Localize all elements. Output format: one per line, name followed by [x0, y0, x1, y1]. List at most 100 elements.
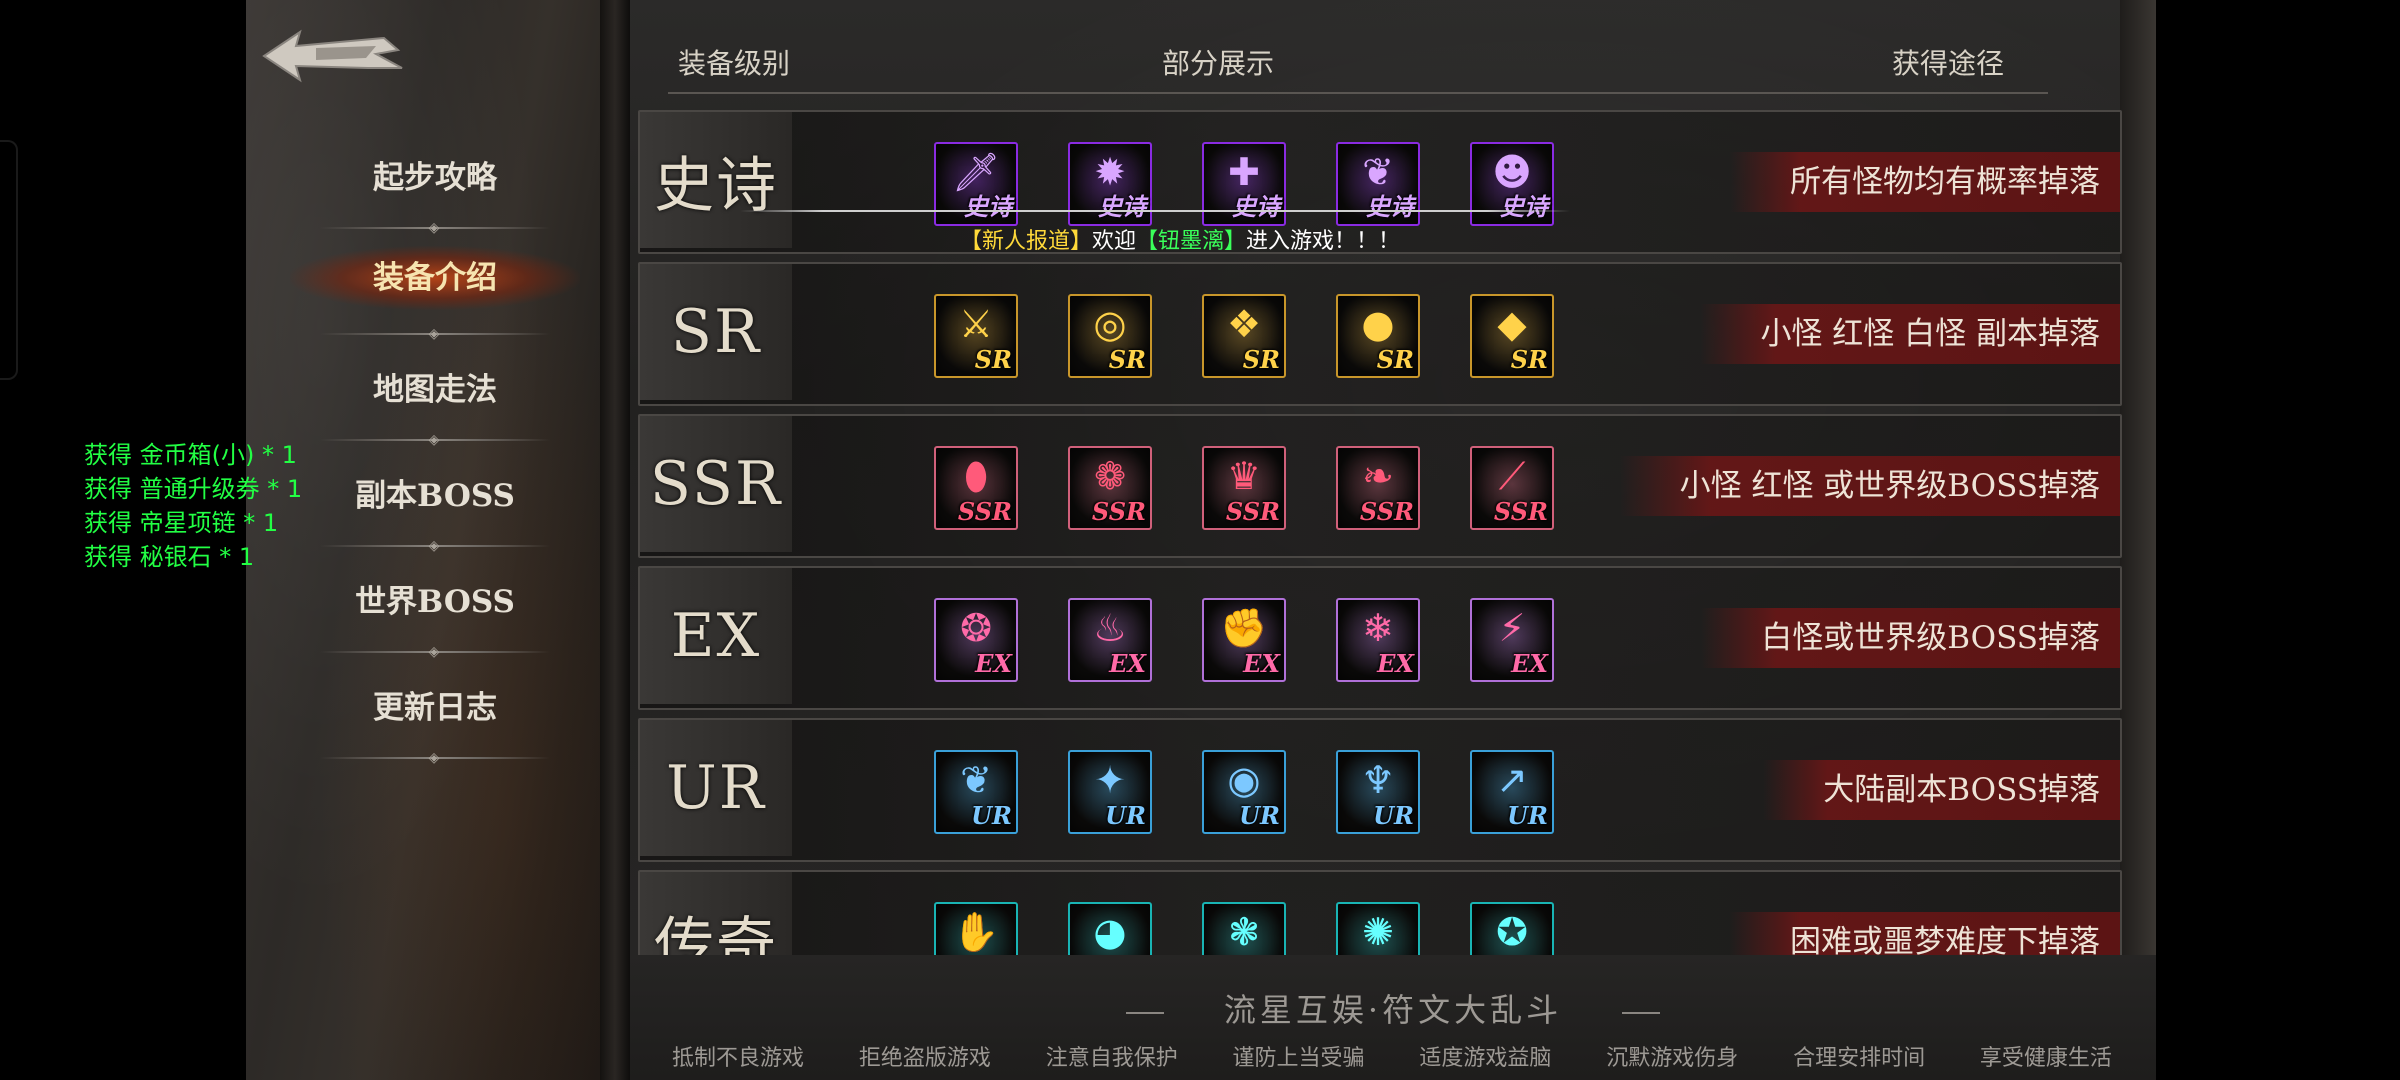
rarity-tag: 史诗 [1232, 192, 1280, 221]
rarity-tag: EX [1377, 649, 1414, 678]
health-notice-item: 谨防上当受骗 [1232, 1046, 1365, 1071]
rarity-tag: SSR [957, 497, 1012, 526]
item-glyph: ⬮ [964, 454, 988, 498]
item-glyph: ✺ [1362, 910, 1394, 954]
flame-staff-icon[interactable]: ⟋ SSR [1470, 446, 1554, 530]
gauntlet-icon[interactable]: ✊ EX [1202, 598, 1286, 682]
rarity-tag: UR [971, 801, 1012, 830]
rarity-tag: SSR [1359, 497, 1414, 526]
back-arrow-icon[interactable] [256, 24, 406, 88]
notice-prefix: 【新人报道】 [960, 229, 1093, 254]
item-glyph: ⚔ [958, 302, 994, 346]
ring-icon[interactable]: ◎ SR [1068, 294, 1152, 378]
health-notice-item: 注意自我保护 [1045, 1046, 1178, 1071]
nav-item-dungeon-boss[interactable]: 副本BOSS [290, 464, 580, 528]
footer-title-text: 流星互娱·符文大乱斗 [1223, 991, 1563, 1029]
equipment-row: UR ❦ UR ✦ UR ◉ UR ♆ UR ↗ UR 大陆副本BOSS掉落 [638, 718, 2122, 862]
rarity-tag: EX [1243, 649, 1280, 678]
screen-notch [0, 140, 18, 380]
header-level: 装备级别 [678, 47, 791, 80]
pendant-icon[interactable]: ❂ EX [934, 598, 1018, 682]
spear-icon[interactable]: ↗ UR [1470, 750, 1554, 834]
rarity-tag: 史诗 [1500, 192, 1548, 221]
gem-necklace-icon[interactable]: ⬮ SSR [934, 446, 1018, 530]
rarity-tag: 史诗 [964, 192, 1012, 221]
nav-separator: ◈ [320, 218, 550, 238]
nav-item-update-log[interactable]: 更新日志 [290, 676, 580, 740]
grade-label: 史诗 [640, 112, 792, 248]
nav-item-map-routes[interactable]: 地图走法 [290, 358, 580, 422]
item-glyph: ✊ [1220, 606, 1268, 650]
rarity-tag: SR [1376, 345, 1414, 374]
nav-item-equipment[interactable]: 装备介绍 [290, 246, 580, 310]
item-glyph: ↗ [1496, 758, 1528, 802]
demon-mask-icon[interactable]: ☻ 史诗 [1470, 142, 1554, 226]
nav-separator: ◈ [320, 536, 550, 556]
loot-line: 获得 帝星项链 * 1 [84, 509, 279, 537]
rarity-tag: EX [975, 649, 1012, 678]
blue-claw-icon[interactable]: ❄ EX [1336, 598, 1420, 682]
item-glyph: ✋ [952, 910, 1000, 954]
footer-title: 流星互娱·符文大乱斗 [630, 985, 2156, 1031]
item-glyph: ❧ [1362, 454, 1394, 498]
item-glyph: ❁ [1094, 454, 1126, 498]
item-glyph: ♨ [1092, 606, 1128, 650]
item-glyph: ❖ [1226, 302, 1262, 346]
rarity-tag: SR [1510, 345, 1548, 374]
nav-separator: ◈ [320, 324, 550, 344]
rarity-tag: UR [1507, 801, 1548, 830]
crossed-blades-icon[interactable]: ⚔ SR [934, 294, 1018, 378]
item-glyph: ❂ [960, 606, 992, 650]
drop-source: 小怪 红怪 或世界级BOSS掉落 [1619, 456, 2120, 516]
header-source: 获得途径 [1892, 47, 2005, 80]
health-notice-item: 抵制不良游戏 [672, 1046, 805, 1071]
drop-source: 所有怪物均有概率掉落 [1730, 152, 2120, 212]
health-notice: 抵制不良游戏 拒绝盗版游戏 注意自我保护 谨防上当受骗 适度游戏益脑 沉默游戏伤… [672, 1040, 2112, 1072]
loot-line: 获得 金币箱(小) * 1 [84, 441, 297, 469]
health-notice-item: 合理安排时间 [1793, 1046, 1926, 1071]
angel-wings-icon[interactable]: ❧ SSR [1336, 446, 1420, 530]
health-notice-item: 适度游戏益脑 [1419, 1046, 1552, 1071]
grade-label: EX [640, 568, 792, 704]
fire-orb-icon[interactable]: ◉ UR [1202, 750, 1286, 834]
notice-line [740, 210, 1570, 212]
blue-star-icon[interactable]: ✦ UR [1068, 750, 1152, 834]
rarity-tag: SSR [1091, 497, 1146, 526]
rarity-tag: SR [974, 345, 1012, 374]
loot-line: 获得 普通升级券 * 1 [84, 475, 303, 503]
cross-emblem-icon[interactable]: ✚ 史诗 [1202, 142, 1286, 226]
loot-line: 获得 秘银石 * 1 [84, 543, 255, 571]
nav-item-getting-started[interactable]: 起步攻略 [290, 146, 580, 210]
nav-separator: ◈ [320, 748, 550, 768]
health-notice-item: 享受健康生活 [1979, 1046, 2112, 1071]
winged-crest-icon[interactable]: ❦ 史诗 [1336, 142, 1420, 226]
rarity-tag: SR [1242, 345, 1280, 374]
nav-item-world-boss[interactable]: 世界BOSS [290, 570, 580, 634]
drop-source: 小怪 红怪 白怪 副本掉落 [1700, 304, 2120, 364]
item-glyph: ⟋ [1498, 454, 1526, 498]
item-glyph: ● [1361, 302, 1395, 346]
coin-amulet-icon[interactable]: ● SR [1336, 294, 1420, 378]
gold-ornament-icon[interactable]: ❁ SSR [1068, 446, 1152, 530]
notice-player-name: 【钮墨漓】 [1136, 229, 1247, 254]
fire-bowl-icon[interactable]: ♨ EX [1068, 598, 1152, 682]
ruby-crown-icon[interactable]: ♛ SSR [1202, 446, 1286, 530]
notice-suffix: 进入游戏！！！ [1246, 229, 1401, 254]
sun-amulet-icon[interactable]: ✹ 史诗 [1068, 142, 1152, 226]
notice-welcome: 欢迎 [1092, 229, 1137, 254]
scroll-icon[interactable]: ❖ SR [1202, 294, 1286, 378]
rarity-tag: SR [1108, 345, 1146, 374]
rarity-tag: UR [1105, 801, 1146, 830]
grade-label: SSR [640, 416, 792, 552]
red-blade-icon[interactable]: ⚡ EX [1470, 598, 1554, 682]
sword-icon[interactable]: 🗡 史诗 [934, 142, 1018, 226]
golden-feather-icon[interactable]: ❦ UR [934, 750, 1018, 834]
grade-label: UR [640, 720, 792, 856]
item-glyph: ✦ [1094, 758, 1126, 802]
dragon-icon[interactable]: ♆ UR [1336, 750, 1420, 834]
header-showcase: 部分展示 [1162, 47, 1275, 80]
sidebar-divider [600, 0, 630, 1080]
emerald-brooch-icon[interactable]: ◆ SR [1470, 294, 1554, 378]
rarity-tag: SSR [1225, 497, 1280, 526]
rarity-tag: SSR [1493, 497, 1548, 526]
